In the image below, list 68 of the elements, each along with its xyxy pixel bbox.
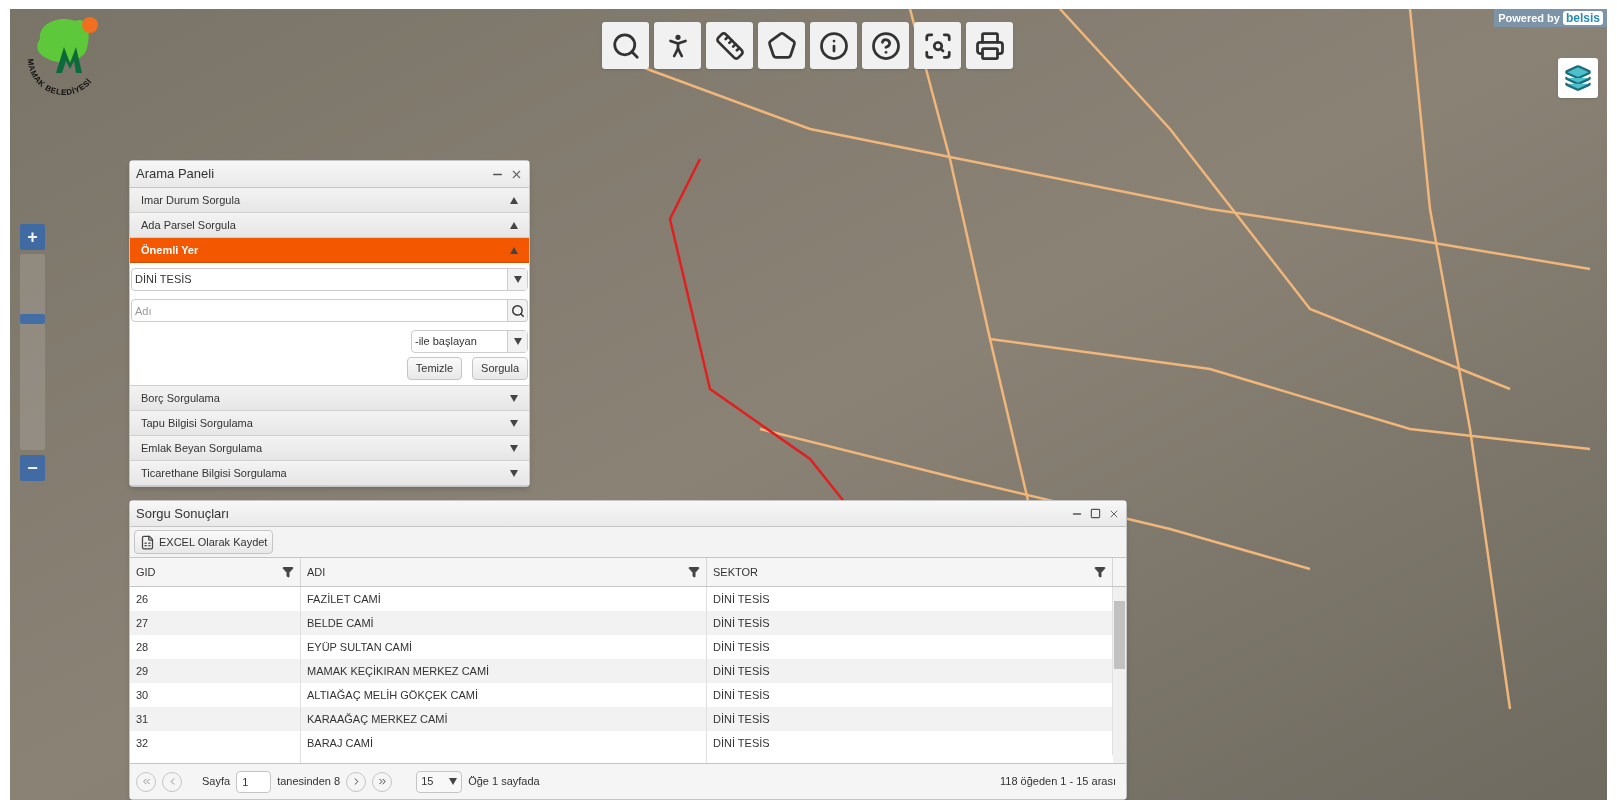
name-search-field[interactable]: Adı — [131, 299, 508, 322]
down-arrow-icon — [510, 394, 518, 402]
form-button[interactable]: Temizle — [406, 357, 463, 380]
scrollbar[interactable] — [1113, 587, 1126, 763]
down-arrow-icon — [449, 778, 458, 785]
page-input[interactable]: 1 — [236, 770, 272, 793]
brand-logo: belsis — [1562, 11, 1603, 25]
record-summary: 118 öğeden 1 - 15 arası — [1000, 774, 1116, 790]
print-tool-button[interactable] — [966, 22, 1013, 69]
measure-tool-button[interactable] — [706, 22, 753, 69]
filter-icon[interactable] — [1094, 566, 1106, 578]
query-tool-button[interactable] — [862, 22, 909, 69]
table-cell: BARAJ CAMİ — [301, 731, 707, 755]
up-arrow-icon — [510, 221, 518, 229]
zoom-slider-thumb[interactable] — [20, 313, 45, 324]
help-icon — [870, 30, 901, 61]
zoom-area-tool-button[interactable] — [914, 22, 961, 69]
down-arrow-icon — [513, 338, 522, 345]
window-title: Sorgu Sonuçları — [136, 504, 230, 523]
accordion-header[interactable]: Imar Durum Sorgula — [130, 188, 529, 213]
info-icon — [818, 30, 849, 61]
accordion-header[interactable]: Ticarethane Bilgisi Sorgulama — [130, 461, 529, 486]
search-button[interactable] — [508, 299, 528, 322]
panel-title: Arama Paneli — [136, 165, 215, 184]
column-header[interactable]: GID — [130, 558, 301, 586]
layers-button[interactable] — [1558, 58, 1598, 98]
column-header[interactable]: SEKTOR — [707, 558, 1113, 586]
down-arrow-icon — [510, 469, 518, 477]
locate-tool-button[interactable] — [654, 22, 701, 69]
up-arrow-icon — [510, 196, 518, 204]
last-page-icon — [376, 776, 388, 787]
layers-icon — [1564, 64, 1592, 92]
scan-search-icon — [922, 30, 953, 61]
zoom-in-button[interactable]: + — [20, 224, 45, 250]
page-size-label: Öğe 1 sayfada — [468, 774, 540, 790]
search-tool-button[interactable] — [602, 22, 649, 69]
page-count: tanesinden 8 — [277, 774, 341, 790]
page-size-select[interactable]: 15 — [416, 770, 463, 793]
up-arrow-icon — [510, 246, 518, 254]
first-page-icon — [140, 776, 152, 787]
filter-icon[interactable] — [282, 566, 294, 578]
ruler-icon — [714, 30, 745, 61]
page-label: Sayfa — [202, 774, 231, 790]
zoom-out-button[interactable]: − — [20, 455, 45, 481]
match-select[interactable]: -ile başlayan — [411, 330, 528, 353]
search-icon — [610, 30, 641, 61]
printer-icon — [974, 30, 1005, 61]
down-arrow-icon — [510, 444, 518, 452]
area-tool-button[interactable] — [758, 22, 805, 69]
pentagon-icon — [766, 30, 797, 61]
spreadsheet-icon — [140, 534, 155, 550]
accordion-header[interactable]: Emlak Beyan Sorgulama — [130, 436, 529, 461]
accordion-header[interactable]: Tapu Bilgisi Sorgulama — [130, 411, 529, 436]
excel-export-button[interactable]: EXCEL Olarak Kaydet — [134, 530, 274, 554]
powered-by-label: Powered by — [1498, 10, 1560, 26]
search-icon — [510, 303, 525, 318]
table-cell: 32 — [130, 731, 301, 755]
info-tool-button[interactable] — [810, 22, 857, 69]
maximize-icon[interactable] — [1090, 508, 1101, 519]
column-header[interactable]: ADI — [301, 558, 707, 586]
zoom-slider-track[interactable] — [20, 254, 45, 450]
accordion-header[interactable]: Borç Sorgulama — [130, 386, 529, 411]
category-select[interactable]: DİNİ TESİS — [131, 268, 528, 291]
form-button[interactable]: Sorgula — [472, 357, 528, 380]
down-arrow-icon — [510, 419, 518, 427]
accordion-header[interactable]: Ada Parsel Sorgula — [130, 213, 529, 238]
filter-icon[interactable] — [688, 566, 700, 578]
down-arrow-icon — [513, 276, 522, 283]
